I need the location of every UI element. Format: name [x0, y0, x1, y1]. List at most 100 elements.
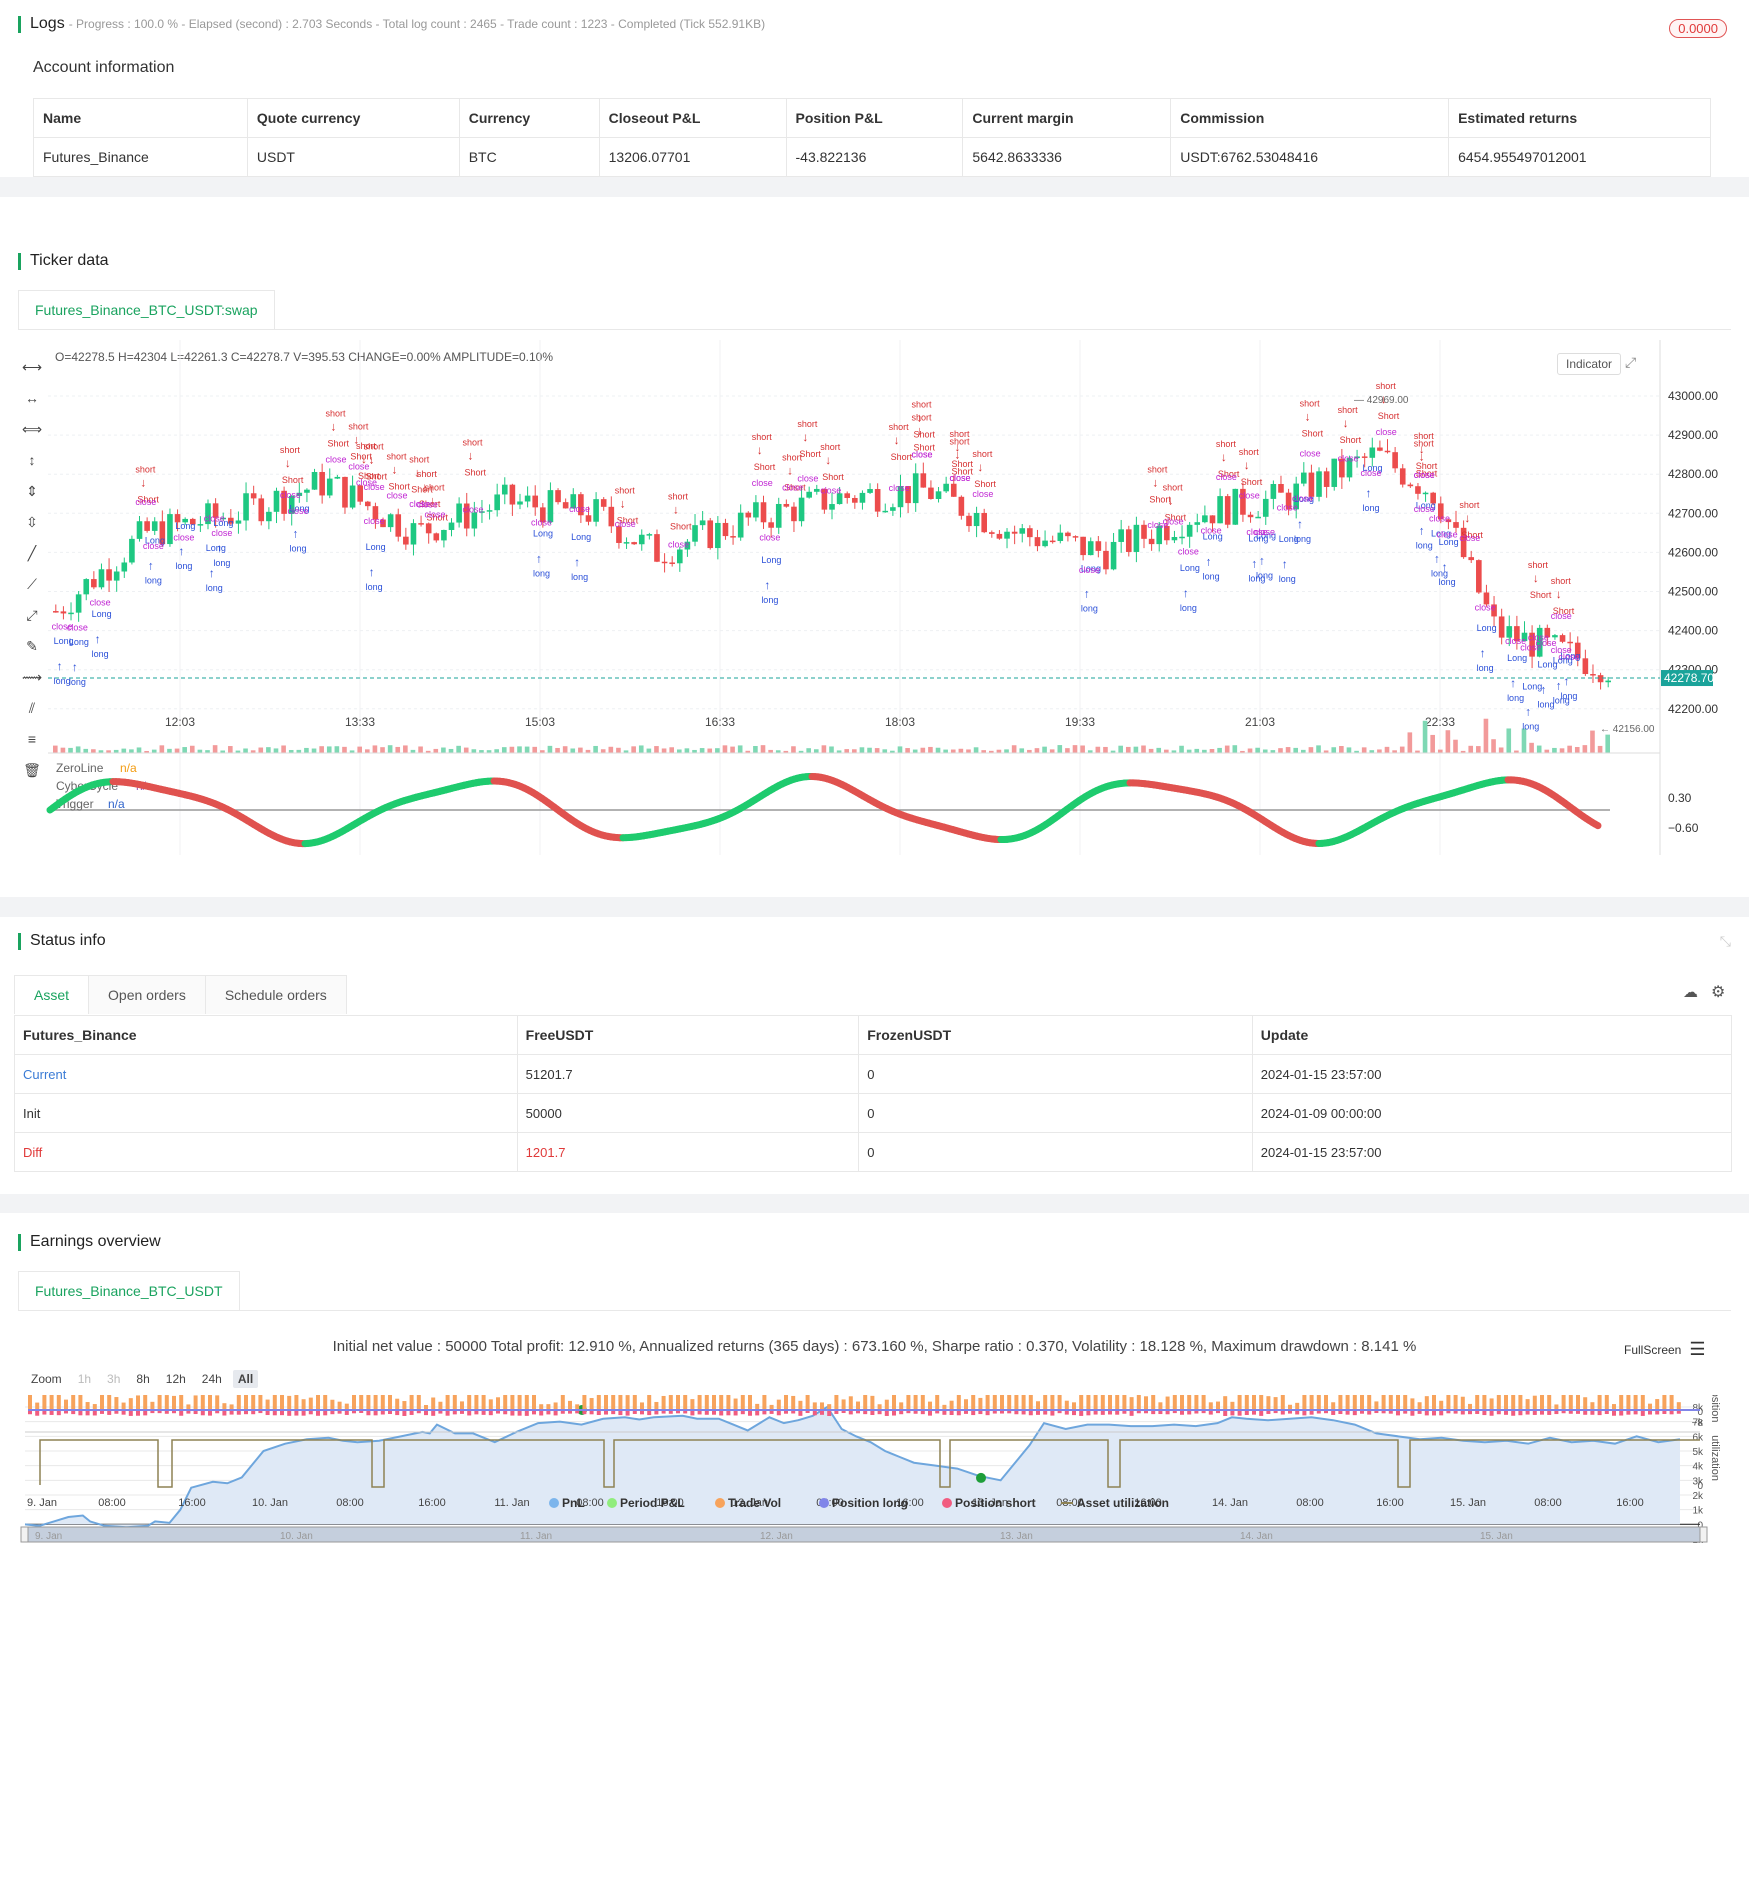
cloud-download-icon[interactable]: ☁ [1683, 983, 1698, 1001]
position-short-bar [1655, 1411, 1660, 1415]
down-arrow-icon: ↓ [894, 433, 900, 447]
close-marker-label: close [364, 482, 385, 492]
position-short-bar [1064, 1411, 1069, 1415]
candle-body [1605, 680, 1611, 683]
position-short-bar [618, 1411, 623, 1416]
close-marker-label: close [752, 478, 773, 488]
position-short-bar [1072, 1411, 1076, 1416]
volume-bar [83, 748, 89, 753]
legend-item: Period P&L [620, 1496, 685, 1510]
close-marker-label: close [143, 541, 164, 551]
close-marker-label: close [288, 506, 309, 516]
candle-body [1422, 492, 1429, 495]
short-entry-label: Short [799, 449, 821, 459]
position-short-bar [467, 1411, 472, 1416]
position-short-bar [1158, 1411, 1163, 1415]
trade-vol-bar [258, 1395, 263, 1411]
position-short-bar [1360, 1411, 1364, 1414]
candle-body [1148, 538, 1155, 545]
position-short-bar [416, 1411, 421, 1414]
candle-body [1407, 484, 1414, 487]
volume-bar [60, 747, 66, 753]
position-short-bar [1482, 1411, 1487, 1416]
position-short-bar [49, 1411, 54, 1415]
zoom-24h[interactable]: 24h [197, 1370, 227, 1388]
volume-bar [593, 745, 598, 753]
trade-vol-bar [388, 1395, 392, 1411]
short-entry-label: Short [1241, 477, 1263, 487]
position-short-bar [1504, 1411, 1508, 1415]
price-tick-label: 42400.00 [1668, 624, 1718, 638]
earnings-symbol-tab[interactable]: Futures_Binance_BTC_USDT [18, 1271, 240, 1310]
zoom-12h[interactable]: 12h [161, 1370, 191, 1388]
status-tab-asset[interactable]: Asset [14, 975, 90, 1014]
ticker-symbol-tab[interactable]: Futures_Binance_BTC_USDT:swap [18, 290, 275, 329]
volume-bar [1262, 749, 1268, 753]
time-tick-label: 15:03 [525, 715, 555, 729]
volume-bar [1019, 748, 1025, 753]
volume-bar [1491, 739, 1496, 753]
candle-body [1217, 496, 1223, 524]
volume-bar [1141, 745, 1146, 753]
trade-vol-bar [1014, 1395, 1019, 1411]
volume-bar [365, 749, 370, 753]
fullscreen-control[interactable]: FullScreen ☰ [1624, 1339, 1706, 1360]
position-short-bar [359, 1411, 364, 1414]
close-marker-label: close [1277, 503, 1298, 513]
menu-icon[interactable]: ☰ [1689, 1339, 1705, 1360]
status-tab-schedule-orders[interactable]: Schedule orders [204, 975, 347, 1014]
volume-bar [53, 745, 58, 753]
collapse-icon[interactable]: ⤡ [1720, 933, 1731, 950]
position-short-bar [870, 1411, 875, 1415]
position-short-bar [1669, 1411, 1674, 1415]
legend-swatch [549, 1498, 559, 1508]
candle-body [167, 514, 173, 545]
position-short-bar [330, 1411, 335, 1415]
close-marker-label: close [950, 473, 971, 483]
zoom-1h[interactable]: 1h [73, 1370, 96, 1388]
position-short-bar [625, 1411, 630, 1416]
status-tab-open-orders[interactable]: Open orders [88, 975, 206, 1014]
position-short-bar [719, 1411, 724, 1416]
account-cell: 6454.955497012001 [1448, 137, 1711, 177]
position-short-bar [1554, 1411, 1559, 1415]
volume-bar [928, 746, 933, 753]
volume-bar [1004, 749, 1009, 753]
price-tick-label: 43000.00 [1668, 389, 1718, 403]
trade-vol-bar [1180, 1395, 1184, 1411]
navigator-tick-label: 11. Jan [520, 1531, 552, 1542]
position-short-bar [906, 1411, 911, 1414]
zoom-controls: Zoom 1h 3h 8h 12h 24h All [26, 1370, 259, 1388]
trade-vol-bar [985, 1395, 990, 1411]
min-point-marker [976, 1472, 986, 1483]
candle-body [1476, 560, 1482, 593]
position-short-bar [92, 1411, 97, 1416]
trade-vol-bar [1244, 1395, 1249, 1411]
trade-vol-bar [992, 1395, 997, 1411]
short-entry-label: Short [1340, 435, 1362, 445]
gear-icon[interactable]: ⚙ [1711, 982, 1725, 1002]
zoom-all[interactable]: All [232, 1370, 259, 1388]
trade-vol-bar [1626, 1395, 1631, 1411]
volume-bar [791, 746, 796, 753]
volume-bar [1384, 746, 1390, 753]
position-short-bar [899, 1411, 904, 1415]
legend-item: Position long [832, 1496, 908, 1510]
trade-vol-bar [1136, 1395, 1141, 1411]
volume-bar [844, 749, 850, 753]
up-arrow-icon: ↑ [574, 555, 580, 569]
volume-bar [1285, 747, 1291, 753]
zoom-3h[interactable]: 3h [102, 1370, 125, 1388]
close-marker-label: close [1429, 513, 1450, 523]
high-price-label: — 42969.00 [1354, 395, 1409, 406]
position-short-bar [1295, 1411, 1300, 1415]
close-marker-label: close [668, 539, 689, 549]
position-short-bar [193, 1411, 198, 1415]
candle-body [555, 490, 561, 503]
close-marker-label: close [1459, 533, 1480, 543]
long-entry-label: Long [54, 636, 74, 646]
long-marker-label: long [1553, 695, 1570, 705]
zoom-8h[interactable]: 8h [131, 1370, 154, 1388]
position-short-bar [431, 1411, 436, 1416]
position-short-bar [308, 1411, 313, 1415]
